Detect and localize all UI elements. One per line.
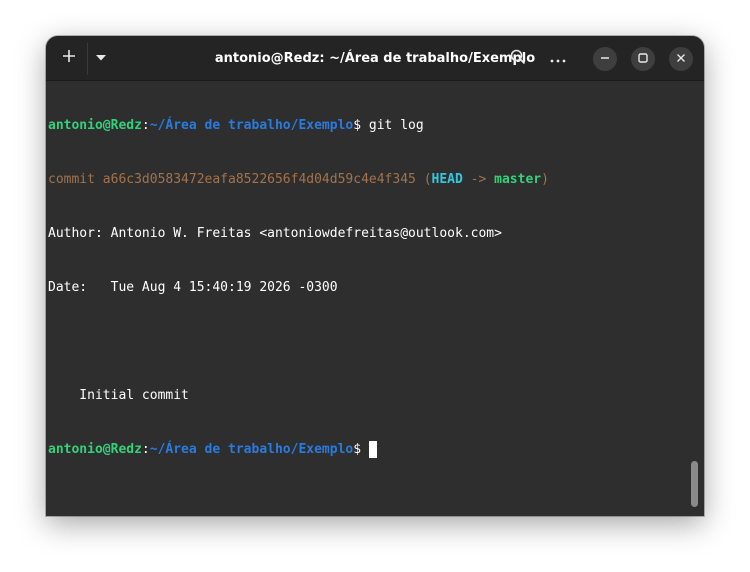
- command-text: git log: [361, 118, 424, 133]
- scrollbar[interactable]: [691, 461, 698, 513]
- prompt-user: antonio@Redz: [48, 118, 142, 133]
- prompt-dollar: $: [353, 118, 362, 133]
- new-tab-button[interactable]: [56, 44, 82, 72]
- menu-dropdown-button[interactable]: [90, 44, 112, 72]
- prompt-colon: :: [141, 118, 150, 133]
- commit-line: commit a66c3d0583472eafa8522656f4d04d59c…: [48, 171, 549, 189]
- chevron-down-icon: [95, 49, 107, 67]
- text-cursor: [368, 441, 377, 458]
- commit-paren-open: (: [423, 172, 432, 187]
- commit-head: HEAD: [431, 172, 463, 187]
- minimize-icon: [600, 50, 610, 68]
- author-line: Author: Antonio W. Freitas <antoniowdefr…: [48, 226, 502, 241]
- button-separator: [87, 43, 88, 75]
- prompt-path: ~/Área de trabalho/Exemplo: [149, 118, 354, 133]
- more-options-button[interactable]: [544, 45, 572, 73]
- minimize-button[interactable]: [593, 47, 617, 71]
- header-bar: antonio@Redz: ~/Área de trabalho/Exemplo: [46, 36, 704, 81]
- terminal-area[interactable]: antonio@Redz:~/Área de trabalho/Exemplo$…: [46, 81, 704, 516]
- ellipsis-icon: [550, 50, 566, 68]
- commit-branch: master: [494, 172, 542, 187]
- prompt-path: ~/Área de trabalho/Exemplo: [149, 442, 354, 457]
- commit-message-line: Initial commit: [48, 388, 189, 403]
- prompt-user: antonio@Redz: [48, 442, 142, 457]
- close-icon: [676, 50, 686, 68]
- commit-hash: commit a66c3d0583472eafa8522656f4d04d59c…: [48, 172, 424, 187]
- prompt-dollar: $: [353, 442, 362, 457]
- plus-icon: [62, 49, 76, 68]
- prompt-line-current: antonio@Redz:~/Área de trabalho/Exemplo$: [48, 441, 549, 459]
- prompt-colon: :: [141, 442, 150, 457]
- terminal-window: antonio@Redz: ~/Área de trabalho/Exemplo: [46, 36, 704, 516]
- terminal-output: antonio@Redz:~/Área de trabalho/Exemplo$…: [48, 81, 549, 495]
- scrollbar-thumb[interactable]: [691, 461, 698, 507]
- commit-arrow: ->: [462, 172, 495, 187]
- prompt-line: antonio@Redz:~/Área de trabalho/Exemplo$…: [48, 117, 549, 135]
- maximize-icon: [638, 50, 648, 68]
- search-button[interactable]: [504, 45, 532, 73]
- maximize-button[interactable]: [631, 47, 655, 71]
- search-icon: [510, 49, 526, 70]
- close-button[interactable]: [669, 47, 693, 71]
- date-line: Date: Tue Aug 4 15:40:19 2026 -0300: [48, 280, 338, 295]
- commit-paren-close: ): [541, 172, 549, 187]
